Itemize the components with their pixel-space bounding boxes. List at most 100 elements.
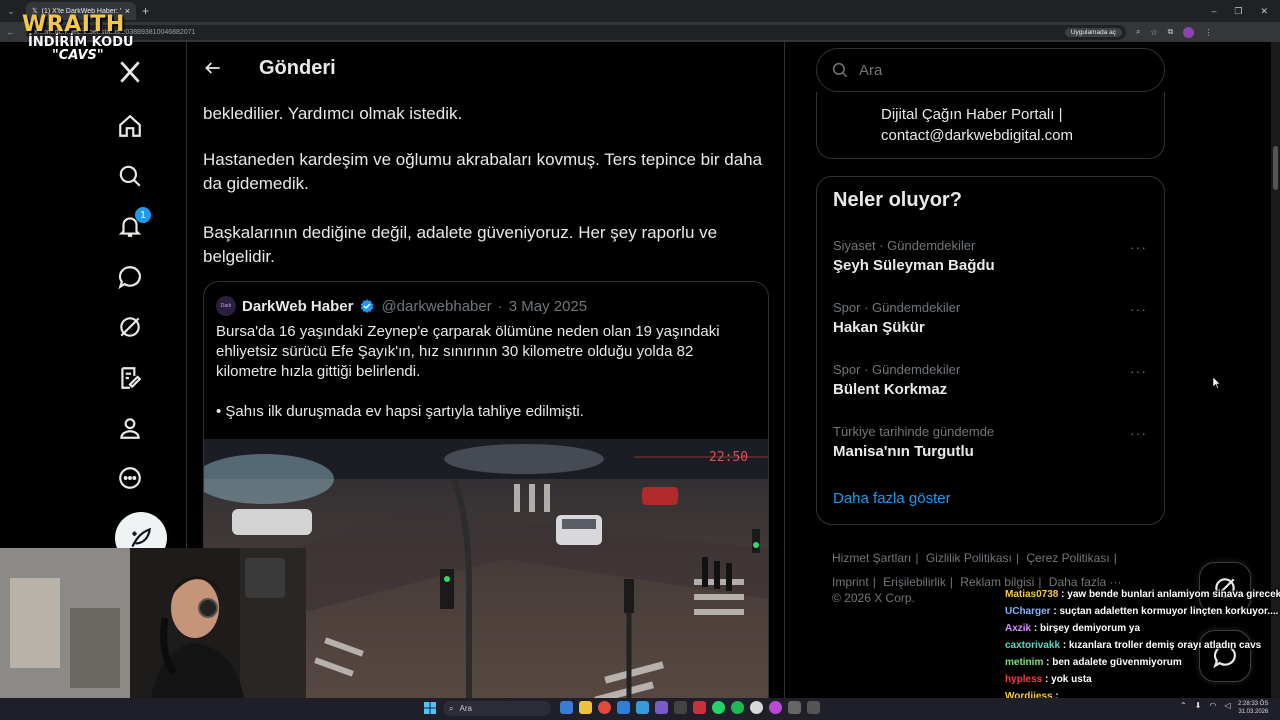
quoted-author-name[interactable]: DarkWeb Haber [242, 298, 353, 315]
window-close-icon[interactable]: ✕ [1260, 6, 1268, 17]
back-arrow-icon[interactable] [203, 58, 223, 78]
maximize-icon[interactable]: ❐ [1234, 6, 1242, 17]
trend-category: Spor · Gündemdekiler [833, 300, 961, 315]
taskbar-app-icon[interactable] [636, 701, 649, 714]
url-field[interactable]: x.com/darkwebhaber/status/20388938100468… [26, 24, 1126, 40]
more-icon[interactable] [114, 462, 146, 494]
wifi-icon[interactable]: ◠ [1209, 701, 1216, 710]
bell-icon[interactable]: 1 [114, 207, 151, 242]
windows-start-icon[interactable] [424, 702, 436, 714]
bookmark-star-icon[interactable]: ☆ [1150, 28, 1157, 37]
browser-tabbar: ⌄ 𝕏 (1) X'te DarkWeb Haber: "Zeyn × + – … [0, 0, 1280, 22]
quoted-author-handle[interactable]: @darkwebhaber [381, 298, 491, 315]
taskbar-app-icon[interactable] [617, 701, 630, 714]
taskbar-app-icon[interactable] [674, 701, 687, 714]
tray-app-icon[interactable]: ⬇ [1195, 701, 1202, 710]
message-icon[interactable] [114, 261, 146, 293]
taskbar-app-icon[interactable] [693, 701, 706, 714]
chat-message: hypless : yok usta [1005, 671, 1280, 688]
footer-link[interactable]: Imprint [832, 575, 869, 589]
scrollbar-thumb[interactable] [1273, 146, 1278, 190]
profile-icon[interactable] [114, 412, 146, 444]
tray-chevron-icon[interactable]: ⌃ [1180, 701, 1187, 710]
post-paragraph: Hastaneden kardeşim ve oğlumu akrabaları… [203, 150, 763, 193]
search-input[interactable]: Ara [816, 48, 1165, 92]
taskbar-app-icon[interactable] [807, 701, 820, 714]
taskbar-clock[interactable]: 2:28:33 ÖS 31.03.2026 [1238, 700, 1268, 716]
more-options-icon[interactable]: ··· [1130, 425, 1147, 441]
volume-icon[interactable]: ◁ [1224, 701, 1230, 710]
trend-item[interactable]: Spor · Gündemdekiler Hakan Şükür ··· [833, 299, 1151, 339]
taskbar-search[interactable]: ⌕ Ara [443, 701, 551, 716]
search-icon [832, 62, 848, 78]
chat-message: Axzik : birşey demiyorum ya [1005, 620, 1280, 637]
page-title: Gönderi [259, 56, 336, 79]
grok-icon[interactable] [114, 311, 146, 343]
verified-badge-icon [361, 299, 374, 313]
clock-date: 31.03.2026 [1238, 709, 1269, 715]
more-options-icon[interactable]: ··· [1130, 301, 1147, 317]
trend-item[interactable]: Spor · Gündemdekiler Bülent Korkmaz ··· [833, 361, 1151, 401]
footer-link[interactable]: Hizmet Şartları [832, 551, 911, 565]
taskbar-app-icon[interactable] [655, 701, 668, 714]
footer-link[interactable]: Erişilebilirlik [883, 575, 946, 589]
taskbar-app-icon[interactable] [560, 701, 573, 714]
discount-code: "CAVS" [52, 48, 104, 63]
chrome-icon[interactable] [598, 701, 611, 714]
home-icon[interactable] [114, 110, 146, 142]
taskbar-app-icon[interactable] [579, 701, 592, 714]
account-card[interactable]: Dijital Çağın Haber Portalı | contact@da… [816, 92, 1165, 159]
taskbar-app-icon[interactable] [788, 701, 801, 714]
chat-message: metinim : ben adalete güvenmiyorum [1005, 654, 1280, 671]
chat-username: hypless [1005, 674, 1043, 685]
search-placeholder: Ara [859, 61, 883, 79]
footer-link[interactable]: Çerez Politikası [1026, 551, 1109, 565]
taskbar-search-placeholder: Ara [459, 704, 472, 713]
show-more-link[interactable]: Daha fazla göster [833, 490, 951, 507]
more-options-icon[interactable]: ··· [1130, 363, 1147, 379]
trend-item[interactable]: Siyaset · Gündemdekiler Şeyh Süleyman Ba… [833, 237, 1151, 277]
sponsor-overlay: WRAITH İNDİRİM KODU "CAVS" [22, 14, 134, 63]
copyright: © 2026 X Corp. [832, 591, 915, 605]
notification-badge: 1 [135, 207, 151, 223]
taskbar-app-icon[interactable] [712, 701, 725, 714]
quoted-paragraph: • Şahıs ilk duruşmada ev hapsi şartıyla … [216, 403, 584, 420]
footer-separator: | [872, 575, 876, 589]
chat-text: : yaw bende bunlari anlamiyom sinava gir… [1061, 589, 1280, 600]
webcam-feed [0, 548, 306, 702]
page-header: Gönderi [187, 42, 784, 94]
footer-link[interactable]: Gizlilik Politikası [926, 551, 1012, 565]
taskbar-app-icon[interactable] [750, 701, 763, 714]
chat-message: caxtorivakk : kızanlara troller demiş or… [1005, 637, 1280, 654]
back-nav-icon[interactable]: ← [6, 27, 22, 37]
spotify-icon[interactable] [731, 701, 744, 714]
open-in-app-button[interactable]: Uygulamada aç [1064, 27, 1122, 37]
trends-panel: Neler oluyor? Siyaset · Gündemdekiler Şe… [816, 176, 1165, 525]
trend-category: Siyaset · Gündemdekiler [833, 238, 976, 253]
chat-username: Axzik [1005, 623, 1032, 634]
quoted-post-date[interactable]: 3 May 2025 [509, 298, 587, 315]
profile-avatar-icon[interactable] [1183, 26, 1195, 38]
tab-list-icon[interactable]: ⌄ [2, 2, 20, 20]
chat-username: caxtorivakk [1005, 640, 1061, 651]
new-tab-icon[interactable]: + [142, 4, 149, 18]
avatar[interactable]: Dark [216, 296, 236, 316]
stream-chat: Matias0738 : yaw bende bunlari anlamiyom… [1005, 586, 1280, 705]
trend-category: Türkiye tarihinde gündemde [833, 424, 995, 439]
zoom-icon[interactable]: ⌕ [1136, 27, 1140, 37]
quoted-post-header: Dark DarkWeb Haber @darkwebhaber · 3 May… [216, 296, 587, 316]
chat-username: metinim [1005, 657, 1044, 668]
chat-message: Matias0738 : yaw bende bunlari anlamiyom… [1005, 586, 1280, 603]
video-timestamp: 22:50 [709, 450, 748, 465]
extensions-icon[interactable]: ⧉ [1168, 27, 1174, 37]
taskbar-app-icon[interactable] [769, 701, 782, 714]
chat-message: UCharger : suçtan adaletten kormuyor lin… [1005, 603, 1280, 620]
trend-name: Manisa'nın Turgutlu [833, 443, 974, 460]
search-icon[interactable] [114, 160, 146, 192]
trend-item[interactable]: Türkiye tarihinde gündemde Manisa'nın Tu… [833, 423, 1151, 463]
chat-text: : suçtan adaletten kormuyor linçten kork… [1053, 606, 1279, 617]
browser-menu-icon[interactable]: ⋮ [1204, 28, 1212, 37]
minimize-icon[interactable]: – [1211, 6, 1216, 17]
more-options-icon[interactable]: ··· [1130, 239, 1147, 255]
compose-list-icon[interactable] [114, 362, 146, 394]
